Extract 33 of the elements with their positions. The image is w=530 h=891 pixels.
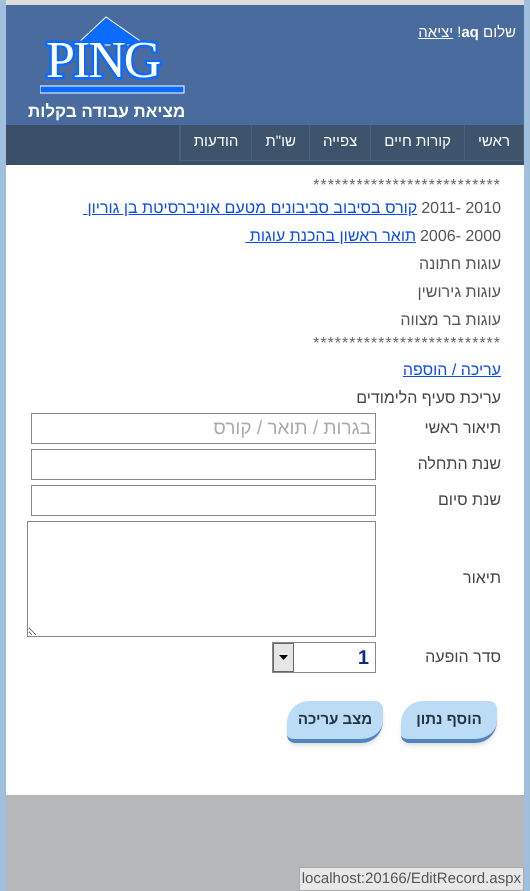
dropdown-arrow-icon: [279, 655, 288, 660]
tagline: מציאת עבודה בקלות: [28, 101, 186, 123]
field-label: סדר הופעה: [424, 648, 501, 668]
form-title: עריכת סעיף הלימודים: [355, 389, 501, 409]
record-text: עוגות גירושין: [417, 283, 501, 303]
field-label: שנת התחלה: [416, 454, 501, 474]
separator-text: **************************: [313, 179, 501, 193]
edit-add-link[interactable]: עריכה / הוספה: [402, 359, 501, 383]
input-field[interactable]: [31, 449, 376, 480]
logout-link[interactable]: יציאה: [418, 22, 454, 44]
action-button[interactable]: הוסף נתון: [401, 701, 497, 743]
nav-tab[interactable]: הודעות: [180, 124, 252, 160]
record-text: עוגות חתונה: [419, 255, 501, 275]
record-link[interactable]: תואר ראשון בהכנת עוגות: [245, 225, 416, 249]
nav-tab[interactable]: ראשי: [464, 124, 523, 160]
action-button[interactable]: מצב עריכה: [287, 701, 383, 743]
nav-tab[interactable]: קורות חיים: [370, 124, 464, 160]
years-text: 2000 -2006: [420, 227, 501, 247]
years-text: 2010 -2011: [421, 199, 501, 219]
logo: PING: [40, 13, 190, 95]
nav-tab[interactable]: שו"ת: [251, 124, 309, 160]
text-area[interactable]: [27, 521, 376, 637]
field-label: תיאור ראשי: [423, 418, 501, 438]
status-url: localhost:20166/EditRecord.aspx: [298, 866, 524, 891]
order-dropdown[interactable]: 1: [272, 642, 376, 673]
field-label: תיאור: [462, 569, 501, 589]
record-link[interactable]: קורס בסיבוב סביבונים מטעם אוניברסיטת בן גוריון: [83, 197, 418, 221]
field-label: שנת סיום: [436, 490, 501, 510]
nav-tab[interactable]: צפייה: [308, 124, 370, 160]
input-field[interactable]: בגרות / תואר / קורס: [31, 413, 376, 444]
separator-text: **************************: [313, 337, 501, 351]
record-text: עוגות בר מצווה: [400, 311, 501, 331]
input-field[interactable]: [31, 485, 376, 516]
